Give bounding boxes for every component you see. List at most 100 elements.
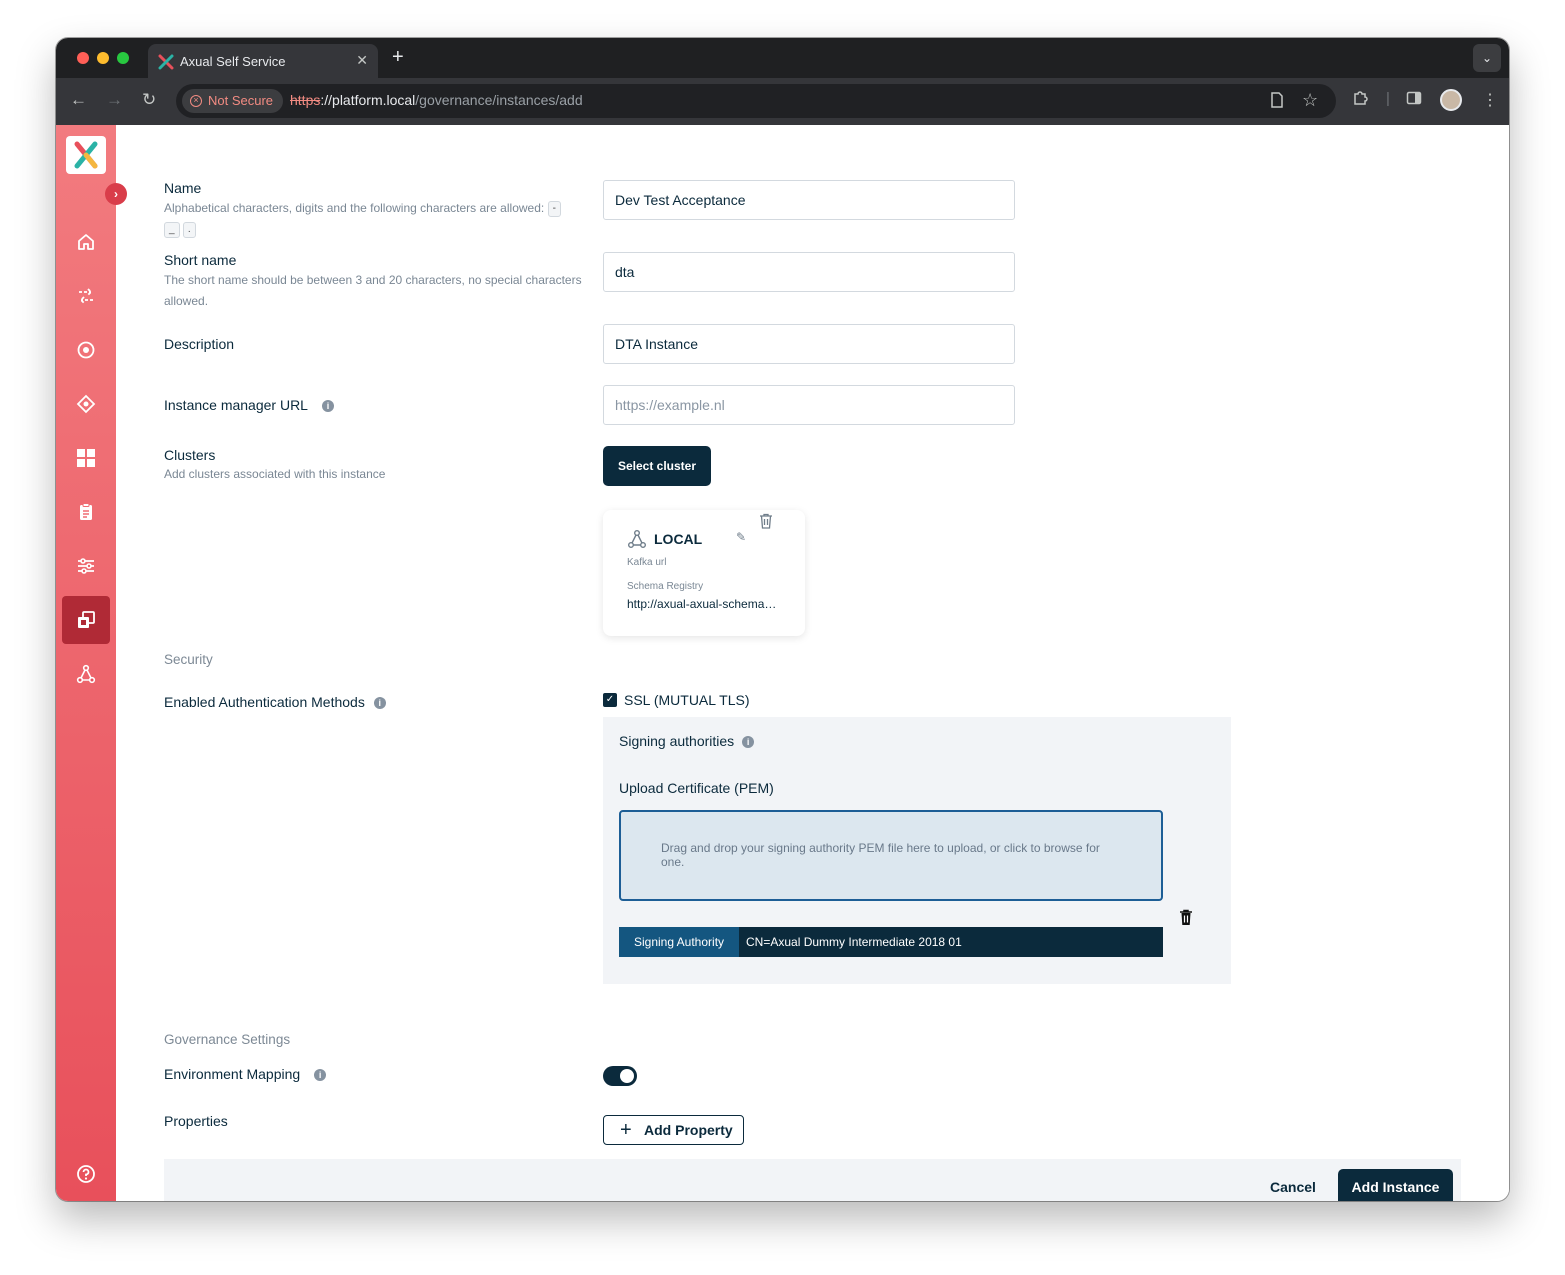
nav-help[interactable] <box>62 1150 110 1198</box>
profile-avatar[interactable] <box>1440 89 1462 111</box>
signing-authority-row: Signing Authority CN=Axual Dummy Interme… <box>619 927 1163 957</box>
signing-authorities-label-text: Signing authorities <box>619 733 735 749</box>
not-secure-icon: × <box>190 95 202 107</box>
ssl-settings-panel: Signing authorities i Upload Certificate … <box>603 717 1231 984</box>
environment-mapping-label: Environment Mapping i <box>164 1066 327 1082</box>
url-host: ://platform.local <box>320 92 416 108</box>
address-bar[interactable]: × Not Secure https://platform.local/gove… <box>176 84 1336 118</box>
bookmark-star-icon[interactable]: ☆ <box>1302 90 1318 111</box>
security-section-title: Security <box>164 652 213 667</box>
short-name-input[interactable]: dta <box>603 252 1015 292</box>
info-icon[interactable]: i <box>373 697 386 709</box>
form-footer: Cancel Add Instance <box>164 1159 1461 1201</box>
select-cluster-button[interactable]: Select cluster <box>603 446 711 486</box>
add-instance-button[interactable]: Add Instance <box>1338 1169 1453 1201</box>
governance-section-title: Governance Settings <box>164 1032 291 1047</box>
auth-methods-label: Enabled Authentication Methods i <box>164 694 386 710</box>
minimize-window-button[interactable] <box>97 52 109 64</box>
clusters-hint: Add clusters associated with this instan… <box>164 467 386 481</box>
signing-authority-value: CN=Axual Dummy Intermediate 2018 01 <box>746 935 962 949</box>
browser-tab-bar: Axual Self Service ✕ + ⌄ <box>56 38 1509 78</box>
nav-clusters[interactable] <box>62 650 110 698</box>
reload-icon[interactable]: ↻ <box>142 90 156 110</box>
browser-tab-active[interactable]: Axual Self Service ✕ <box>148 44 378 78</box>
signing-authority-tag: Signing Authority <box>619 927 739 957</box>
environment-mapping-toggle[interactable] <box>603 1066 637 1086</box>
schema-registry-value: http://axual-axual-schema… <box>627 597 777 611</box>
forward-arrow-icon[interactable]: → <box>106 90 123 110</box>
nav-streams[interactable] <box>62 272 110 320</box>
ssl-label: SSL (MUTUAL TLS) <box>624 692 750 708</box>
diamond-icon <box>76 394 96 414</box>
nav-home[interactable] <box>62 218 110 266</box>
url-path: /governance/instances/add <box>415 92 583 108</box>
home-icon <box>78 234 94 250</box>
environment-mapping-label-text: Environment Mapping <box>164 1066 301 1082</box>
properties-label: Properties <box>164 1113 228 1129</box>
schema-registry-label: Schema Registry <box>627 581 704 592</box>
sidebar-expand-chevron-icon[interactable]: › <box>105 183 127 205</box>
info-icon[interactable]: i <box>321 400 334 412</box>
side-panel-icon[interactable] <box>1406 90 1422 110</box>
nav-applications[interactable] <box>62 326 110 374</box>
nav-requests[interactable] <box>62 488 110 536</box>
description-input[interactable]: DTA Instance <box>603 324 1015 364</box>
nav-schemas[interactable] <box>62 380 110 428</box>
upload-certificate-label: Upload Certificate (PEM) <box>619 780 774 796</box>
name-hint-text: Alphabetical characters, digits and the … <box>164 201 545 215</box>
pem-dropzone[interactable]: Drag and drop your signing authority PEM… <box>619 810 1163 901</box>
auth-methods-label-text: Enabled Authentication Methods <box>164 694 365 710</box>
browser-window: Axual Self Service ✕ + ⌄ ← → ↻ × Not Sec… <box>56 38 1509 1201</box>
security-indicator[interactable]: × Not Secure <box>182 89 284 113</box>
short-name-label: Short name <box>164 252 237 268</box>
ssl-checkbox[interactable]: ✓ <box>603 693 617 707</box>
app-sidebar: › <box>56 125 127 1201</box>
allowed-char-chip: . <box>182 221 196 238</box>
tab-search-chevron-icon[interactable]: ⌄ <box>1473 44 1501 72</box>
name-input[interactable]: Dev Test Acceptance <box>603 180 1015 220</box>
trash-icon[interactable] <box>759 513 773 529</box>
instance-manager-url-input[interactable]: https://example.nl <box>603 385 1015 425</box>
cluster-card: LOCAL ✎ Kafka url Schema Registry http:/… <box>603 510 805 636</box>
allowed-char-chip: _ <box>164 221 180 238</box>
nav-settings[interactable] <box>62 542 110 590</box>
sliders-icon <box>78 558 94 574</box>
help-icon <box>77 1165 95 1183</box>
short-name-hint: The short name should be between 3 and 2… <box>164 273 582 308</box>
instance-manager-url-label: Instance manager URL i <box>164 397 334 413</box>
main-content: Name Alphabetical characters, digits and… <box>116 125 1509 1201</box>
cluster-icon <box>76 664 96 684</box>
page-info-icon[interactable] <box>1270 92 1284 112</box>
maximize-window-button[interactable] <box>117 52 129 64</box>
cluster-name: LOCAL <box>654 531 703 547</box>
trash-icon[interactable] <box>1179 909 1193 926</box>
security-label: Not Secure <box>208 93 274 108</box>
back-arrow-icon[interactable]: ← <box>70 90 87 110</box>
url-text[interactable]: https://platform.local/governance/instan… <box>290 92 583 108</box>
new-tab-icon[interactable]: + <box>392 46 404 69</box>
axual-favicon-icon <box>158 54 174 70</box>
tab-close-icon[interactable]: ✕ <box>356 52 368 69</box>
instances-icon <box>78 611 95 628</box>
browser-menu-icon[interactable]: ⋮ <box>1482 90 1498 110</box>
add-property-button[interactable]: + Add Property <box>603 1115 744 1145</box>
nav-instances[interactable] <box>62 596 110 644</box>
axual-logo[interactable] <box>66 136 106 174</box>
name-hint: Alphabetical characters, digits and the … <box>164 198 584 240</box>
toggle-knob <box>620 1069 634 1083</box>
close-window-button[interactable] <box>77 52 89 64</box>
axual-logo-icon <box>74 141 98 169</box>
plus-icon: + <box>620 1119 632 1141</box>
nav-dashboard[interactable] <box>62 434 110 482</box>
edit-pencil-icon[interactable]: ✎ <box>736 530 746 544</box>
cancel-button[interactable]: Cancel <box>1270 1179 1316 1195</box>
streams-icon <box>79 288 93 304</box>
signing-authorities-label: Signing authorities i <box>619 733 755 749</box>
extensions-icon[interactable] <box>1352 90 1368 110</box>
info-icon[interactable]: i <box>314 1069 327 1081</box>
info-icon[interactable]: i <box>742 736 755 748</box>
browser-toolbar: ← → ↻ × Not Secure https://platform.loca… <box>56 78 1509 125</box>
description-label: Description <box>164 336 235 352</box>
name-label: Name <box>164 180 202 196</box>
kafka-url-label: Kafka url <box>627 557 667 568</box>
